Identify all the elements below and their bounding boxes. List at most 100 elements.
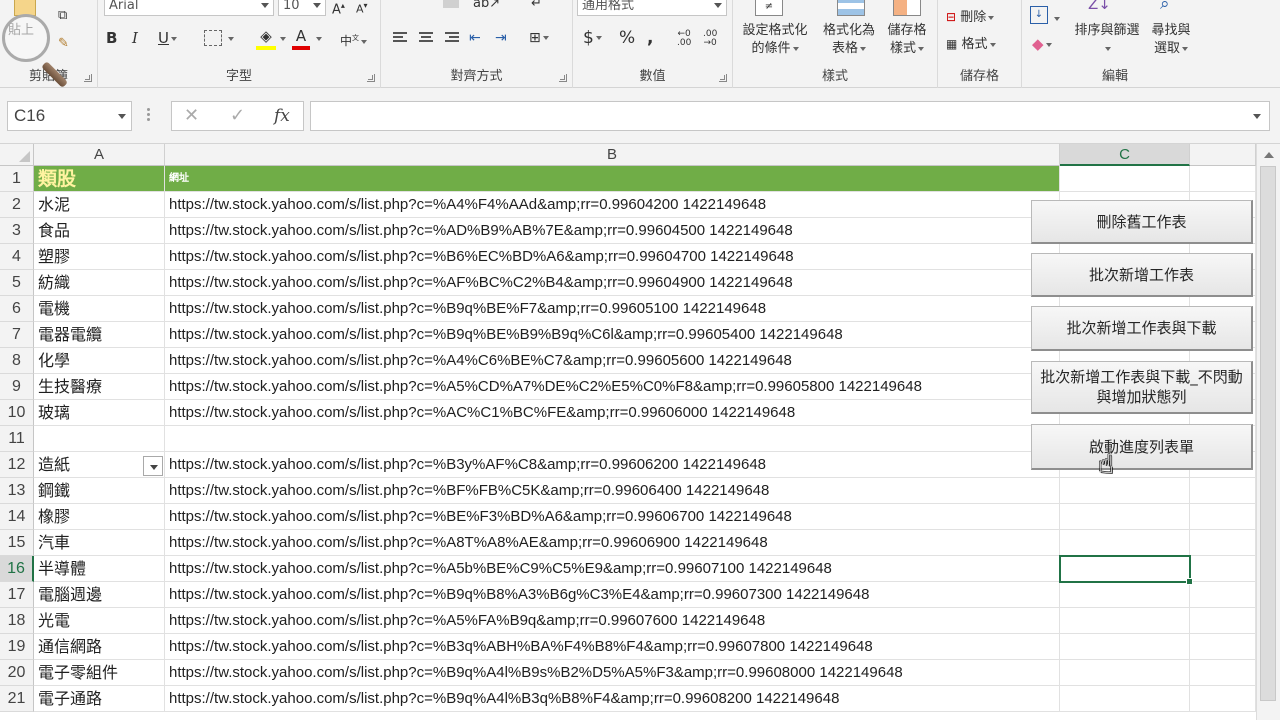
cell-b[interactable]: https://tw.stock.yahoo.com/s/list.php?c=… xyxy=(165,608,1060,634)
cell-a[interactable]: 食品 xyxy=(34,218,165,244)
cell-b[interactable]: https://tw.stock.yahoo.com/s/list.php?c=… xyxy=(165,452,1060,478)
cell-a[interactable]: 電器電纜 xyxy=(34,322,165,348)
scroll-up-icon[interactable] xyxy=(1264,152,1274,158)
decrease-font-icon[interactable]: A▾ xyxy=(356,0,368,20)
align-middle-icon[interactable] xyxy=(443,0,459,8)
increase-decimal-icon[interactable]: ←0.00 xyxy=(677,30,691,48)
cell-c[interactable] xyxy=(1060,660,1190,686)
cell-c[interactable] xyxy=(1060,608,1190,634)
cell-d[interactable] xyxy=(1190,608,1256,634)
delete-button[interactable]: ⊟ 刪除 xyxy=(946,8,995,27)
comma-icon[interactable]: , xyxy=(647,28,653,48)
fill-icon[interactable]: ↓ xyxy=(1030,6,1048,24)
cell-b[interactable]: https://tw.stock.yahoo.com/s/list.php?c=… xyxy=(165,322,1060,348)
sort-filter-button[interactable]: 排序與篩選 xyxy=(1068,22,1146,58)
font-launcher-icon[interactable] xyxy=(367,74,375,82)
orientation-icon[interactable]: ab↗ xyxy=(473,0,500,14)
select-all-button[interactable] xyxy=(0,144,34,166)
merge-center-icon[interactable]: ⊞ xyxy=(529,28,549,48)
increase-indent-icon[interactable]: ⇥ xyxy=(495,28,507,48)
font-name-combo[interactable]: Arial xyxy=(104,0,274,16)
row-header[interactable]: 19 xyxy=(0,634,34,660)
cell-b[interactable]: https://tw.stock.yahoo.com/s/list.php?c=… xyxy=(165,478,1060,504)
cell-b[interactable]: https://tw.stock.yahoo.com/s/list.php?c=… xyxy=(165,348,1060,374)
format-button[interactable]: ▦ 格式 xyxy=(946,35,996,54)
cell-a[interactable]: 類股 xyxy=(34,166,165,192)
cell-a[interactable]: 半導體 xyxy=(34,556,165,582)
column-header-d[interactable]: D xyxy=(1190,144,1256,166)
cell-d[interactable] xyxy=(1190,530,1256,556)
phonetic-icon[interactable]: 中文 xyxy=(340,28,368,51)
cell-c[interactable] xyxy=(1060,582,1190,608)
number-launcher-icon[interactable] xyxy=(719,74,727,82)
conditional-format-icon[interactable]: ≠ xyxy=(755,0,783,16)
bold-icon[interactable]: B xyxy=(106,28,117,48)
cell-d[interactable] xyxy=(1190,660,1256,686)
cell-b[interactable]: https://tw.stock.yahoo.com/s/list.php?c=… xyxy=(165,244,1060,270)
cell-a[interactable]: 汽車 xyxy=(34,530,165,556)
row-header[interactable]: 20 xyxy=(0,660,34,686)
cell-b[interactable]: https://tw.stock.yahoo.com/s/list.php?c=… xyxy=(165,400,1060,426)
cell-a[interactable]: 生技醫療 xyxy=(34,374,165,400)
name-box[interactable]: C16 xyxy=(7,101,132,131)
cell-d[interactable] xyxy=(1190,634,1256,660)
row-header[interactable]: 21 xyxy=(0,686,34,712)
copy-icon[interactable]: ⧉ xyxy=(58,6,67,26)
formula-input[interactable] xyxy=(310,101,1270,131)
cell-b[interactable]: https://tw.stock.yahoo.com/s/list.php?c=… xyxy=(165,686,1060,712)
conditional-format-button[interactable]: 設定格式化 的條件 xyxy=(735,22,815,58)
cell-a[interactable]: 通信網路 xyxy=(34,634,165,660)
clear-icon[interactable]: ◆ xyxy=(1032,34,1052,54)
row-header[interactable]: 1 xyxy=(0,166,34,192)
font-color-dropdown-icon[interactable] xyxy=(314,28,322,48)
fill-dropdown-icon[interactable] xyxy=(1052,8,1060,28)
row-header[interactable]: 5 xyxy=(0,270,34,296)
cell-styles-icon[interactable] xyxy=(893,0,921,16)
cell-b[interactable]: https://tw.stock.yahoo.com/s/list.php?c=… xyxy=(165,530,1060,556)
font-size-combo[interactable]: 10 xyxy=(278,0,326,16)
row-header[interactable]: 11 xyxy=(0,426,34,452)
cell-a[interactable]: 水泥 xyxy=(34,192,165,218)
decrease-indent-icon[interactable]: ⇤ xyxy=(469,28,481,48)
cell-a[interactable]: 塑膠 xyxy=(34,244,165,270)
start-progress-form-button[interactable]: 啟動進度列表單 xyxy=(1031,424,1253,470)
format-painter-icon[interactable]: ✎ xyxy=(58,34,69,54)
row-header[interactable]: 4 xyxy=(0,244,34,270)
cell-a[interactable]: 化學 xyxy=(34,348,165,374)
increase-font-icon[interactable]: A▴ xyxy=(332,0,345,20)
underline-icon[interactable]: U xyxy=(158,28,177,48)
cell-c[interactable] xyxy=(1060,686,1190,712)
filter-dropdown-button[interactable] xyxy=(143,456,163,476)
cell-c[interactable] xyxy=(1060,530,1190,556)
delete-old-sheets-button[interactable]: 刪除舊工作表 xyxy=(1031,200,1253,244)
cell-a[interactable]: 光電 xyxy=(34,608,165,634)
format-as-table-icon[interactable] xyxy=(837,0,865,16)
row-header[interactable]: 14 xyxy=(0,504,34,530)
number-format-combo[interactable]: 通用格式 xyxy=(577,0,727,16)
cell-styles-button[interactable]: 儲存格 樣式 xyxy=(881,22,933,58)
column-header-a[interactable]: A xyxy=(34,144,165,166)
decrease-decimal-icon[interactable]: .00 →0 xyxy=(703,30,717,48)
cell-d[interactable] xyxy=(1190,478,1256,504)
cell-a[interactable] xyxy=(34,426,165,452)
currency-icon[interactable]: $ xyxy=(583,28,602,48)
row-header[interactable]: 13 xyxy=(0,478,34,504)
row-header[interactable]: 9 xyxy=(0,374,34,400)
cell-d[interactable] xyxy=(1190,582,1256,608)
row-header[interactable]: 18 xyxy=(0,608,34,634)
cell-b[interactable]: https://tw.stock.yahoo.com/s/list.php?c=… xyxy=(165,504,1060,530)
cell-b[interactable] xyxy=(165,426,1060,452)
cell-a[interactable]: 電腦週邊 xyxy=(34,582,165,608)
cell-d[interactable] xyxy=(1190,504,1256,530)
cell-b[interactable]: https://tw.stock.yahoo.com/s/list.php?c=… xyxy=(165,582,1060,608)
cell-c[interactable] xyxy=(1060,504,1190,530)
row-header[interactable]: 8 xyxy=(0,348,34,374)
row-header[interactable]: 10 xyxy=(0,400,34,426)
font-color-icon[interactable]: A xyxy=(292,26,310,50)
row-header[interactable]: 6 xyxy=(0,296,34,322)
format-as-table-button[interactable]: 格式化為 表格 xyxy=(815,22,883,58)
cell-b[interactable]: https://tw.stock.yahoo.com/s/list.php?c=… xyxy=(165,374,1060,400)
batch-add-sheets-download-noflicker-button[interactable]: 批次新增工作表與下載_不閃動與增加狀態列 xyxy=(1031,361,1253,414)
cell-b[interactable]: https://tw.stock.yahoo.com/s/list.php?c=… xyxy=(165,634,1060,660)
cell-a[interactable]: 電機 xyxy=(34,296,165,322)
